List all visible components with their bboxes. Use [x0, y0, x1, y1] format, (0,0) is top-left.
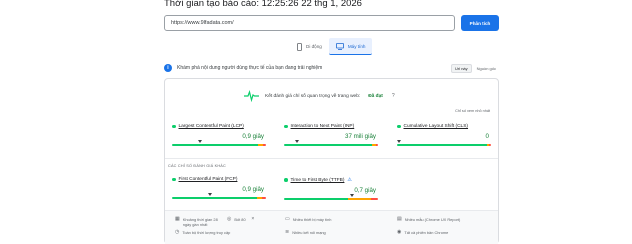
desktop-icon: [335, 42, 344, 50]
good-dot-icon: [284, 178, 288, 182]
other-metrics-label: CÁC CHỈ SỐ ĐÁNH GIÁ KHÁC: [168, 164, 226, 168]
bar-poor: [371, 198, 378, 200]
bar-good: [397, 144, 488, 146]
analyze-button[interactable]: Phân tích: [461, 15, 499, 31]
globe-icon: ◎: [227, 216, 232, 222]
footer-chrome: ◉ Tất cả phiên bản Chrome: [397, 229, 449, 236]
distribution-bar: [172, 144, 266, 146]
tab-mobile[interactable]: Di động: [290, 38, 329, 55]
metric-ttfb: Time to First Byte (TTFB) ⚠ 0,7 giây: [284, 177, 378, 200]
footer-duration: ◷ Toàn bộ thời lượng truy cập: [175, 229, 231, 236]
flag-icon: ⚠: [347, 177, 352, 183]
devices-icon: ▭: [285, 216, 290, 222]
metric-value: 0: [485, 133, 489, 140]
metric-name[interactable]: Largest Contentful Paint (LCP): [179, 124, 244, 129]
p75-marker: [295, 140, 300, 143]
scope-tabs: Url này Nguồn gốc: [450, 63, 499, 73]
tab-mobile-label: Di động: [306, 44, 322, 49]
tab-this-url[interactable]: Url này: [450, 63, 472, 73]
good-dot-icon: [172, 177, 176, 182]
close-icon[interactable]: ×: [251, 217, 254, 222]
metric-name[interactable]: Interaction to Next Paint (INP): [291, 124, 355, 129]
metric-fcp: First Contentful Paint (FCP) 0,9 giây: [172, 177, 266, 199]
footer-text: Toàn bộ thời lượng truy cập: [182, 230, 231, 235]
wifi-icon: ≋: [285, 229, 290, 235]
footer-period: ▦ Khoảng thời gian 28 ngày gần nhất: [175, 216, 225, 228]
good-dot-icon: [172, 124, 176, 129]
p75-marker: [207, 193, 212, 196]
bar-ni: [347, 198, 372, 200]
pulse-icon: [244, 90, 259, 102]
bar-good: [172, 144, 259, 146]
metric-value: 0,9 giây: [242, 186, 264, 193]
bar-good: [284, 144, 373, 146]
bar-poor: [263, 144, 266, 146]
footer-samples: ▤ Nhiều mẫu (Chrome UX Report): [397, 216, 461, 223]
help-icon[interactable]: ?: [392, 93, 395, 99]
tab-desktop-label: Máy tính: [347, 43, 366, 49]
footer-text: Tất cả phiên bản Chrome: [404, 230, 449, 235]
good-dot-icon: [284, 124, 288, 129]
footer-extra-label: Bốt 80: [234, 217, 246, 222]
footer-text: Khoảng thời gian 28 ngày gần nhất: [182, 217, 218, 227]
footer-text[interactable]: Nhiều mẫu (Chrome UX Report): [405, 217, 461, 222]
see-more-link[interactable]: Chỉ số xem nhỏ nhất: [455, 109, 490, 113]
assessment-text: Kết đánh giá chỉ số quan trọng về trang …: [265, 93, 361, 99]
bar-poor: [262, 197, 266, 199]
metric-name[interactable]: Time to First Byte (TTFB): [291, 178, 345, 183]
section-divider: [165, 158, 498, 159]
p75-marker: [349, 194, 354, 197]
footer-text: Nhiều kết nối mạng: [292, 230, 326, 235]
metric-name[interactable]: First Contentful Paint (FCP): [179, 177, 238, 182]
bar-poor: [489, 144, 491, 146]
p75-marker: [396, 140, 401, 143]
distribution-bar: [284, 144, 378, 146]
device-tabs: Di động Máy tính: [290, 38, 373, 55]
footer-text: Nhiều thiết bị máy tính: [292, 217, 332, 222]
distribution-bar: [172, 197, 266, 199]
distribution-bar: [284, 198, 378, 200]
metric-value: 37 mili giây: [345, 133, 376, 140]
footer-devices: ▭ Nhiều thiết bị máy tính: [285, 216, 332, 223]
metric-cls: Cumulative Layout Shift (CLS) 0: [396, 124, 491, 146]
cwv-assessment: Kết đánh giá chỉ số quan trọng về trang …: [244, 90, 395, 102]
chrome-icon: ◉: [397, 229, 402, 235]
report-time: Thời gian tạo báo cáo: 12:25:26 22 thg 1…: [164, 0, 362, 9]
phone-icon: [297, 42, 302, 51]
footer-extra: ◎ Bốt 80 ×: [227, 216, 254, 223]
report-footer: ▦ Khoảng thời gian 28 ngày gần nhất ◎ Bố…: [165, 210, 498, 244]
metric-lcp: Largest Contentful Paint (LCP) 0,9 giây: [172, 124, 266, 146]
metric-value: 0,9 giây: [242, 133, 264, 140]
ruler-icon: ▤: [397, 216, 402, 222]
good-dot-icon: [397, 124, 401, 129]
clock-icon: ◷: [175, 229, 180, 235]
bar-good: [284, 198, 348, 200]
metric-name[interactable]: Cumulative Layout Shift (CLS): [404, 124, 469, 129]
tab-origin[interactable]: Nguồn gốc: [474, 65, 499, 72]
footer-network: ≋ Nhiều kết nối mạng: [285, 229, 326, 236]
bar-poor: [376, 144, 378, 146]
section-description: Khám phá nội dung người dùng thực tế của…: [177, 65, 323, 71]
distribution-bar: [397, 144, 491, 146]
info-icon: i: [164, 64, 172, 72]
bar-good: [172, 197, 257, 199]
assessment-result: Đã đạt: [368, 93, 383, 99]
tab-desktop[interactable]: Máy tính: [328, 38, 373, 55]
metric-value: 0,7 giây: [354, 187, 376, 194]
calendar-icon: ▦: [175, 216, 180, 222]
field-data-header: i Khám phá nội dung người dùng thực tế c…: [164, 63, 499, 73]
metric-inp: Interaction to Next Paint (INP) 37 mili …: [284, 124, 378, 146]
p75-marker: [198, 140, 203, 143]
url-input[interactable]: [164, 15, 455, 31]
